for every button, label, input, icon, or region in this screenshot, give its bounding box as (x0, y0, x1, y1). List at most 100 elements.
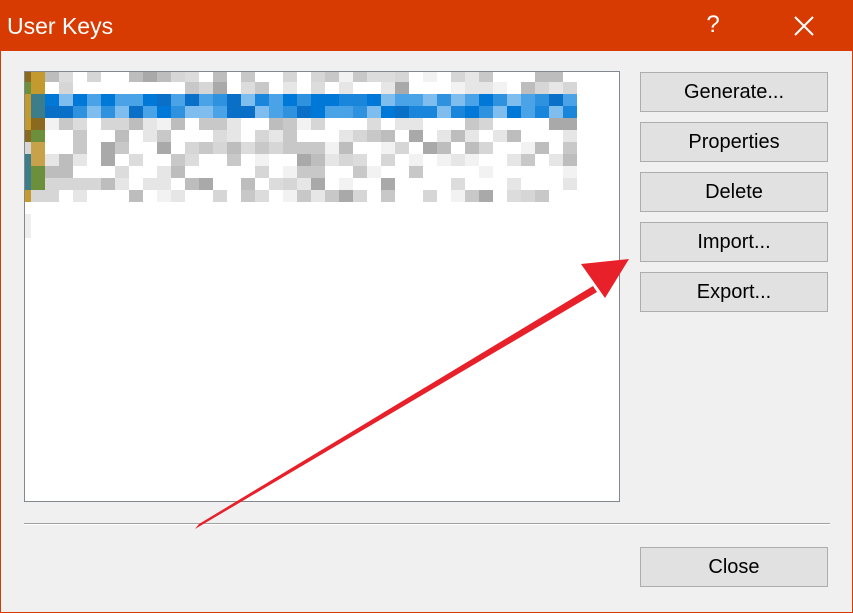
obscured-pixel (255, 94, 269, 106)
obscured-pixel (45, 154, 59, 166)
obscured-pixel (381, 106, 395, 118)
obscured-pixel (311, 72, 325, 82)
obscured-pixel (59, 166, 73, 178)
obscured-pixel (157, 178, 171, 190)
obscured-pixel (549, 82, 563, 94)
obscured-pixel (493, 130, 507, 142)
obscured-pixel (549, 94, 563, 106)
obscured-pixel (87, 94, 101, 106)
obscured-pixel (395, 118, 409, 130)
obscured-pixel (465, 106, 479, 118)
obscured-pixel (87, 106, 101, 118)
properties-button[interactable]: Properties (640, 122, 828, 162)
obscured-pixel (381, 142, 395, 154)
generate-button[interactable]: Generate... (640, 72, 828, 112)
obscured-pixel (269, 106, 283, 118)
obscured-pixel (283, 82, 297, 94)
obscured-pixel (325, 94, 339, 106)
obscured-pixel (297, 94, 311, 106)
obscured-pixel (157, 118, 171, 130)
obscured-pixel (31, 72, 45, 82)
obscured-pixel (199, 142, 213, 154)
obscured-pixel (31, 106, 45, 118)
obscured-pixel (157, 94, 171, 106)
obscured-pixel (381, 190, 395, 202)
close-button[interactable]: Close (640, 547, 828, 587)
obscured-pixel (549, 72, 563, 82)
obscured-pixel (73, 94, 87, 106)
obscured-pixel (381, 130, 395, 142)
obscured-pixel (311, 166, 325, 178)
obscured-pixel (157, 130, 171, 142)
help-button[interactable]: ? (691, 1, 735, 51)
obscured-pixel (297, 166, 311, 178)
obscured-pixel (381, 178, 395, 190)
obscured-pixel (479, 118, 493, 130)
obscured-pixel (73, 190, 87, 202)
obscured-pixel (227, 118, 241, 130)
obscured-pixel (381, 154, 395, 166)
obscured-pixel (535, 142, 549, 154)
obscured-pixel (353, 166, 367, 178)
obscured-pixel (25, 166, 31, 178)
obscured-pixel (437, 106, 451, 118)
obscured-pixel (423, 72, 437, 82)
obscured-pixel (381, 72, 395, 82)
obscured-pixel (395, 106, 409, 118)
obscured-pixel (73, 178, 87, 190)
import-button[interactable]: Import... (640, 222, 828, 262)
window-close-button[interactable] (781, 1, 827, 51)
obscured-pixel (283, 130, 297, 142)
obscured-pixel (311, 142, 325, 154)
obscured-pixel (227, 94, 241, 106)
obscured-pixel (367, 118, 381, 130)
obscured-pixel (45, 166, 59, 178)
obscured-pixel (479, 190, 493, 202)
obscured-pixel (311, 118, 325, 130)
obscured-pixel (535, 72, 549, 82)
obscured-pixel (25, 154, 31, 166)
obscured-pixel (31, 82, 45, 94)
obscured-pixel (25, 118, 31, 130)
obscured-pixel (115, 142, 129, 154)
obscured-pixel (409, 130, 423, 142)
export-button[interactable]: Export... (640, 272, 828, 312)
obscured-pixel (213, 94, 227, 106)
obscured-pixel (381, 82, 395, 94)
obscured-pixel (451, 190, 465, 202)
obscured-pixel (437, 130, 451, 142)
obscured-pixel (45, 72, 59, 82)
obscured-pixel (507, 154, 521, 166)
obscured-pixel (73, 142, 87, 154)
obscured-pixel (101, 106, 115, 118)
obscured-pixel (241, 178, 255, 190)
obscured-pixel (535, 82, 549, 94)
help-icon: ? (706, 11, 720, 38)
obscured-pixel (465, 142, 479, 154)
obscured-pixel (59, 154, 73, 166)
obscured-pixel (563, 178, 577, 190)
user-keys-list[interactable] (24, 71, 620, 502)
obscured-pixel (297, 178, 311, 190)
obscured-pixel (185, 178, 199, 190)
obscured-pixel (227, 154, 241, 166)
obscured-pixel (283, 94, 297, 106)
obscured-pixel (493, 94, 507, 106)
obscured-pixel (353, 130, 367, 142)
obscured-pixel (339, 82, 353, 94)
delete-button[interactable]: Delete (640, 172, 828, 212)
obscured-pixel (73, 118, 87, 130)
obscured-pixel (325, 72, 339, 82)
obscured-pixel (269, 130, 283, 142)
obscured-pixel (339, 190, 353, 202)
obscured-pixel (549, 154, 563, 166)
obscured-pixel (507, 94, 521, 106)
obscured-pixel (409, 166, 423, 178)
obscured-pixel (59, 118, 73, 130)
obscured-pixel (507, 130, 521, 142)
obscured-pixel (423, 190, 437, 202)
obscured-pixel (101, 178, 115, 190)
obscured-pixel (255, 130, 269, 142)
obscured-pixel (353, 72, 367, 82)
obscured-pixel (479, 106, 493, 118)
